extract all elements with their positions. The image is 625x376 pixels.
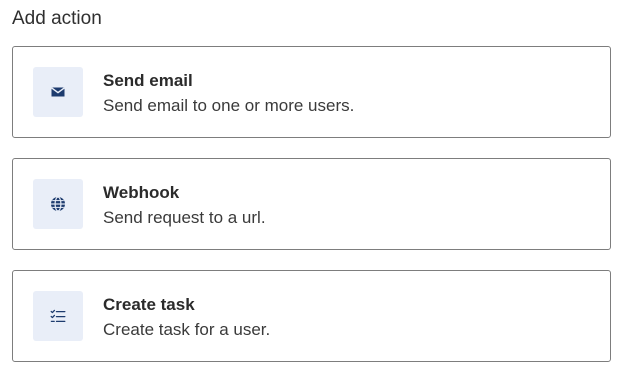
action-card-title: Create task xyxy=(103,295,195,314)
action-card-webhook[interactable]: Webhook Send request to a url. xyxy=(12,158,611,250)
checklist-icon xyxy=(33,291,83,341)
action-card-description: Send email to one or more users. xyxy=(103,96,355,115)
envelope-icon xyxy=(33,67,83,117)
action-card-create-task[interactable]: Create task Create task for a user. xyxy=(12,270,611,362)
action-card-title: Webhook xyxy=(103,183,180,202)
page-title: Add action xyxy=(12,8,102,29)
globe-icon xyxy=(33,179,83,229)
add-action-panel: Add action Send email Send email to one … xyxy=(0,0,625,376)
action-card-title: Send email xyxy=(103,71,193,90)
action-card-send-email[interactable]: Send email Send email to one or more use… xyxy=(12,46,611,138)
action-card-description: Create task for a user. xyxy=(103,320,271,339)
action-card-description: Send request to a url. xyxy=(103,208,266,227)
